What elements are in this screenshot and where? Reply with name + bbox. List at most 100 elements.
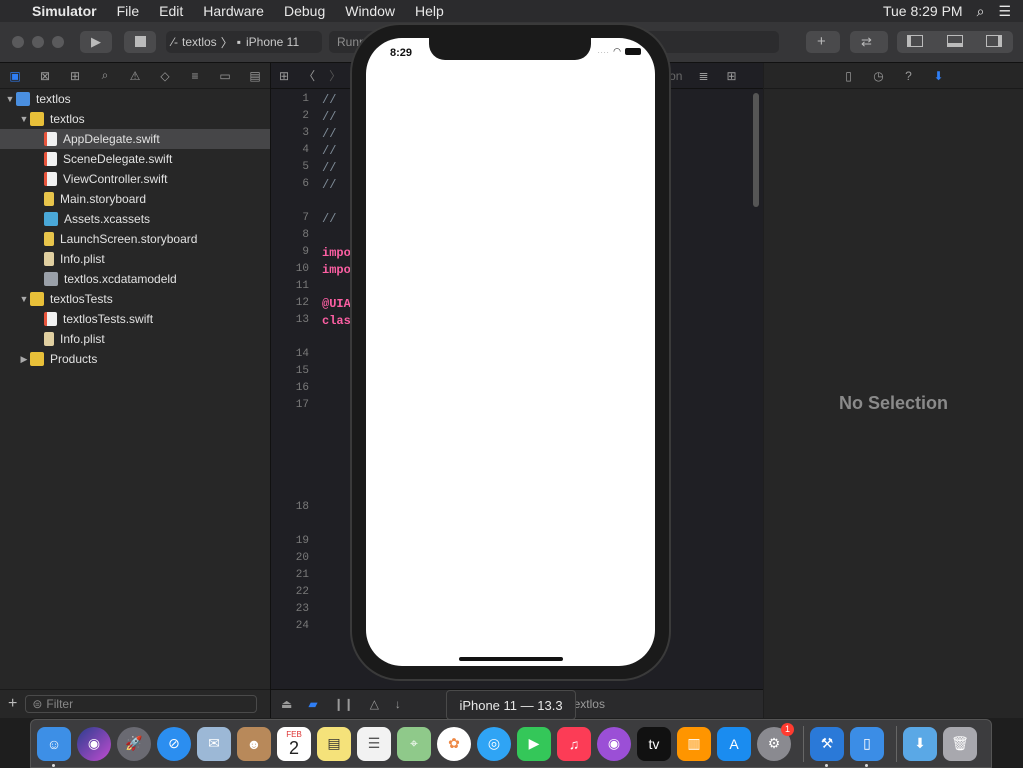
calendar-icon[interactable]: FEB 2 — [277, 726, 311, 761]
debug-navigator-icon[interactable]: ≡ — [180, 69, 210, 83]
tree-item-label: ViewController.swift — [63, 172, 168, 186]
tree-item[interactable]: AppDelegate.swift — [0, 129, 270, 149]
finder-icon[interactable]: ☺ — [37, 726, 71, 767]
tree-item[interactable]: ▼ textlos — [0, 109, 270, 129]
file-inspector-icon[interactable]: ▯ — [834, 69, 864, 83]
window-close-button[interactable] — [12, 36, 24, 48]
line-gutter: 1 2 3 4 5 6 7 8 9 10 11 12 13 14 15 16 17 18 19 20 21 22 23 24 — [271, 89, 319, 689]
step-into-icon[interactable]: ↓ — [395, 697, 401, 711]
menu-debug[interactable]: Debug — [284, 3, 325, 19]
run-button[interactable]: ▶ — [80, 31, 112, 53]
attributes-inspector-icon[interactable]: ⬇ — [924, 69, 954, 83]
menu-help[interactable]: Help — [415, 3, 444, 19]
podcasts-icon[interactable]: ◉ — [597, 726, 631, 761]
spotlight-icon[interactable]: ⌕ — [977, 3, 985, 20]
home-indicator[interactable] — [459, 657, 563, 661]
dock: ☺ ◉ 🚀 ⊘ ✉ ☻ FEB 2 ▤ ☰ ⌖ ✿ ◎ ▶ ♫ ◉ tv ▥ A… — [30, 719, 992, 768]
reminders-icon[interactable]: ☰ — [357, 726, 391, 761]
music-icon[interactable]: ♫ — [557, 726, 591, 761]
stop-button[interactable] — [124, 31, 156, 53]
tree-item[interactable]: textlos.xcdatamodeld — [0, 269, 270, 289]
disclosure-closed-icon[interactable]: ▶ — [18, 354, 30, 365]
app-store-icon[interactable]: A — [717, 726, 751, 761]
report-navigator-icon[interactable]: ▤ — [240, 69, 270, 83]
issue-navigator-icon[interactable]: ⚠ — [120, 69, 150, 83]
library-button[interactable]: + — [806, 31, 840, 53]
device-notch — [429, 38, 591, 60]
back-icon[interactable]: 〈 — [303, 67, 315, 84]
xcode-icon[interactable]: ⚒ — [810, 726, 844, 767]
forward-icon[interactable]: 〉 — [329, 67, 341, 84]
breakpoints-toggle-icon[interactable]: ▰ — [308, 697, 317, 711]
downloads-folder-icon[interactable]: ⬇ — [903, 726, 937, 761]
disclosure-open-icon[interactable]: ▼ — [18, 294, 30, 304]
maps-icon[interactable]: ⌖ — [397, 726, 431, 761]
mail-icon[interactable]: ✉ — [197, 726, 231, 761]
contacts-icon[interactable]: ☻ — [237, 726, 271, 761]
tree-item-label: Main.storyboard — [60, 192, 147, 206]
messages-icon[interactable]: ◎ — [477, 726, 511, 761]
editor-scrollbar[interactable] — [753, 93, 759, 207]
debug-area-toggle-icon[interactable] — [947, 35, 963, 47]
tree-item[interactable]: LaunchScreen.storyboard — [0, 229, 270, 249]
tree-item[interactable]: Main.storyboard — [0, 189, 270, 209]
related-items-icon[interactable]: ⊞ — [279, 69, 289, 83]
test-navigator-icon[interactable]: ◇ — [150, 69, 180, 83]
scheme-selector[interactable]: ⁄- textlos 〉 ▪ iPhone 11 — [166, 31, 322, 53]
trash-icon[interactable]: 🗑 — [943, 726, 977, 761]
menu-edit[interactable]: Edit — [159, 3, 183, 19]
tree-item[interactable]: textlosTests.swift — [0, 309, 270, 329]
tree-item[interactable]: Info.plist — [0, 249, 270, 269]
photos-icon[interactable]: ✿ — [437, 726, 471, 761]
tree-item[interactable]: ▼ textlosTests — [0, 289, 270, 309]
breakpoint-navigator-icon[interactable]: ▭ — [210, 69, 240, 83]
menu-hardware[interactable]: Hardware — [203, 3, 264, 19]
hide-debug-icon[interactable]: ⏏ — [281, 697, 292, 711]
inspector-toggle-icon[interactable] — [986, 35, 1002, 47]
menubar-clock[interactable]: Tue 8:29 PM — [883, 3, 963, 19]
filter-input[interactable]: ⊜ Filter — [25, 695, 258, 713]
apple-tv-icon[interactable]: tv — [637, 726, 671, 761]
navigator-toggle-icon[interactable] — [907, 35, 923, 47]
code-line: // — [322, 161, 337, 175]
source-control-navigator-icon[interactable]: ⊠ — [30, 69, 60, 83]
add-file-icon[interactable]: + — [8, 695, 17, 713]
jump-bar-tail[interactable]: on — [669, 69, 682, 83]
notification-center-icon[interactable]: ☰ — [998, 3, 1011, 20]
help-inspector-icon[interactable]: ? — [894, 69, 924, 83]
tree-item[interactable]: SceneDelegate.swift — [0, 149, 270, 169]
facetime-icon[interactable]: ▶ — [517, 726, 551, 761]
menu-file[interactable]: File — [117, 3, 140, 19]
tree-item[interactable]: ▼ textlos — [0, 89, 270, 109]
tree-item[interactable]: ViewController.swift — [0, 169, 270, 189]
window-zoom-button[interactable] — [52, 36, 64, 48]
code-review-button[interactable]: ⇄ — [850, 31, 888, 53]
menu-window[interactable]: Window — [345, 3, 395, 19]
simulator-screen[interactable]: 8:29 ···· ◠ — [366, 38, 655, 666]
step-over-icon[interactable]: △ — [370, 697, 379, 711]
tree-item[interactable]: ▶ Products — [0, 349, 270, 369]
add-editor-icon[interactable]: ⊞ — [727, 69, 737, 83]
launchpad-icon[interactable]: 🚀 — [117, 726, 151, 761]
find-navigator-icon[interactable]: ⌕ — [90, 68, 120, 83]
history-inspector-icon[interactable]: ◷ — [864, 69, 894, 83]
tree-item[interactable]: Info.plist — [0, 329, 270, 349]
window-minimize-button[interactable] — [32, 36, 44, 48]
simulator-icon[interactable]: ▯ — [850, 726, 884, 767]
books-icon[interactable]: ▥ — [677, 726, 711, 761]
pause-icon[interactable]: ❙❙ — [334, 697, 354, 711]
notes-icon[interactable]: ▤ — [317, 726, 351, 761]
safari-icon[interactable]: ⊘ — [157, 726, 191, 761]
iphone-simulator-window[interactable]: 8:29 ···· ◠ — [352, 25, 669, 679]
swift-file-icon — [44, 312, 57, 326]
tree-item-label: textlosTests.swift — [63, 312, 154, 326]
project-navigator-icon[interactable]: ▣ — [0, 69, 30, 83]
disclosure-open-icon[interactable]: ▼ — [4, 94, 16, 104]
tree-item[interactable]: Assets.xcassets — [0, 209, 270, 229]
app-menu[interactable]: Simulator — [32, 3, 97, 19]
disclosure-open-icon[interactable]: ▼ — [18, 114, 30, 124]
editor-options-icon[interactable]: ≣ — [698, 69, 708, 83]
system-preferences-icon[interactable]: ⚙ 1 — [757, 722, 794, 761]
siri-icon[interactable]: ◉ — [77, 726, 111, 761]
symbol-navigator-icon[interactable]: ⊞ — [60, 69, 90, 83]
